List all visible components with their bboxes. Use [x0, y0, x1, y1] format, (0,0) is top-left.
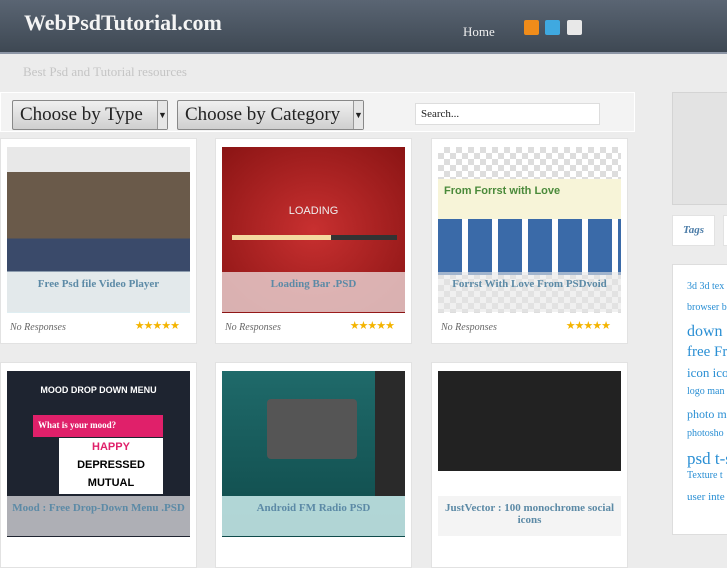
- tag-link[interactable]: photo m: [687, 407, 727, 428]
- radio-image: [267, 399, 357, 459]
- post-title[interactable]: Android FM Radio PSD: [222, 496, 405, 536]
- thumb-text: MUTUAL: [87, 477, 135, 489]
- post-thumbnail[interactable]: From Forrst with Love Forrst With Love F…: [438, 147, 621, 313]
- thumb-text: DEPRESSED: [77, 459, 145, 471]
- search-input[interactable]: [415, 103, 600, 125]
- tag-cloud: 3d 3d tex browser b down free Fre icon i…: [672, 264, 727, 535]
- star-rating[interactable]: ★★★★★: [135, 319, 180, 332]
- post-card[interactable]: JustVector : 100 monochrome social icons: [431, 362, 628, 568]
- post-title[interactable]: Forrst With Love From PSDvoid: [438, 272, 621, 312]
- sidebar-ad: [672, 92, 727, 205]
- tag-link[interactable]: user inte: [687, 491, 727, 512]
- icon-grid: [438, 371, 621, 471]
- thumb-text: What is your mood?: [33, 415, 163, 437]
- post-card[interactable]: MOOD DROP DOWN MENU What is your mood? H…: [0, 362, 197, 568]
- tag-link[interactable]: down: [687, 323, 727, 344]
- email-icon[interactable]: [567, 20, 582, 35]
- rss-icon[interactable]: [524, 20, 539, 35]
- post-thumbnail[interactable]: LOADING Loading Bar .PSD: [222, 147, 405, 313]
- loading-bar: [232, 235, 397, 240]
- type-dropdown[interactable]: Choose by Type ▼: [12, 100, 168, 130]
- post-thumbnail[interactable]: Free Psd file Video Player: [7, 147, 190, 313]
- post-card[interactable]: From Forrst with Love Forrst With Love F…: [431, 138, 628, 344]
- site-logo[interactable]: WebPsdTutorial.com: [24, 10, 222, 36]
- category-dropdown[interactable]: Choose by Category ▼: [177, 100, 364, 130]
- tag-link[interactable]: icon ico: [687, 365, 727, 386]
- tag-link[interactable]: browser b: [687, 302, 727, 323]
- star-rating[interactable]: ★★★★★: [350, 319, 395, 332]
- tag-link[interactable]: logo man: [687, 386, 727, 407]
- responses-count[interactable]: No Responses: [10, 322, 66, 333]
- tagline: Best Psd and Tutorial resources: [23, 64, 187, 79]
- chevron-down-icon: ▼: [353, 101, 363, 129]
- thumb-text: LOADING: [288, 205, 339, 217]
- responses-count[interactable]: No Responses: [441, 322, 497, 333]
- tag-link[interactable]: 3d 3d tex: [687, 281, 727, 302]
- post-thumbnail[interactable]: MOOD DROP DOWN MENU What is your mood? H…: [7, 371, 190, 537]
- post-card[interactable]: Free Psd file Video Player No Responses …: [0, 138, 197, 344]
- thumb-text: MOOD DROP DOWN MENU: [40, 385, 157, 395]
- phone-image: [375, 371, 405, 496]
- post-title[interactable]: JustVector : 100 monochrome social icons: [438, 496, 621, 536]
- post-card[interactable]: LOADING Loading Bar .PSD No Responses ★★…: [215, 138, 412, 344]
- tag-link[interactable]: free Fre: [687, 344, 727, 365]
- post-title[interactable]: Mood : Free Drop-Down Menu .PSD: [7, 496, 190, 536]
- post-thumbnail[interactable]: JustVector : 100 monochrome social icons: [438, 371, 621, 537]
- tag-link[interactable]: Texture t: [687, 470, 727, 491]
- responses-count[interactable]: No Responses: [225, 322, 281, 333]
- post-card[interactable]: Android FM Radio PSD: [215, 362, 412, 568]
- header: WebPsdTutorial.com Home: [0, 0, 727, 54]
- post-thumbnail[interactable]: Android FM Radio PSD: [222, 371, 405, 537]
- twitter-icon[interactable]: [545, 20, 560, 35]
- thumb-text: HAPPY: [92, 441, 130, 453]
- chevron-down-icon: ▼: [157, 101, 167, 129]
- tag-link[interactable]: psd t-s: [687, 449, 727, 470]
- tag-link[interactable]: photosho: [687, 428, 727, 449]
- tab-other[interactable]: [723, 215, 727, 246]
- type-dropdown-label: Choose by Type: [20, 104, 143, 125]
- star-rating[interactable]: ★★★★★: [566, 319, 611, 332]
- category-dropdown-label: Choose by Category: [185, 104, 341, 125]
- filter-bar: Choose by Type ▼ Choose by Category ▼: [0, 92, 635, 132]
- thumb-text: From Forrst with Love: [438, 179, 621, 219]
- nav-home-link[interactable]: Home: [463, 24, 495, 40]
- icon-grid: [438, 219, 621, 275]
- tab-tags[interactable]: Tags: [672, 215, 715, 246]
- post-title[interactable]: Free Psd file Video Player: [7, 272, 190, 312]
- post-title[interactable]: Loading Bar .PSD: [222, 272, 405, 312]
